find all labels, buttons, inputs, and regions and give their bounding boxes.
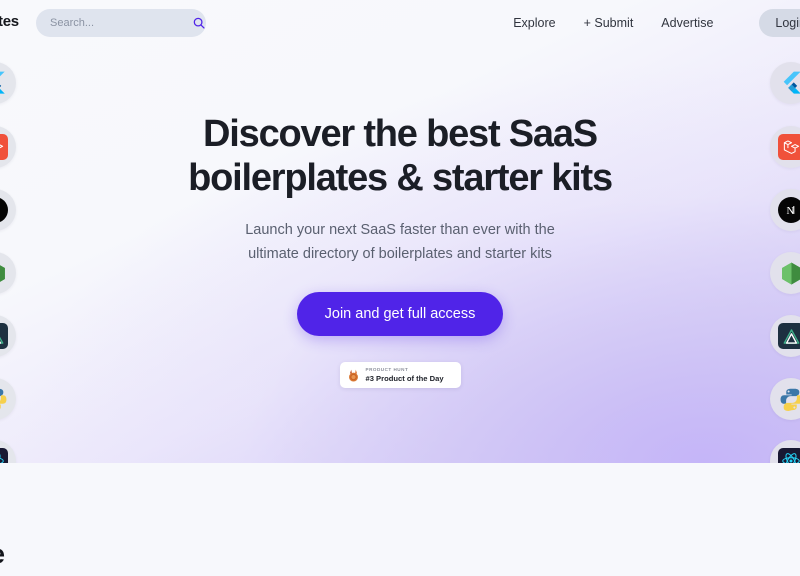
nodejs-logo-glyph [0,260,8,286]
site-header: tes Explore+ SubmitAdvertise Login [0,0,800,46]
flutter-logo-glyph [778,70,800,96]
react-logo[interactable] [770,440,800,463]
logo-marquee-left: N [0,0,30,463]
join-cta-button[interactable]: Join and get full access [296,292,504,336]
medal-icon [348,369,358,381]
nodejs-logo[interactable] [0,252,16,294]
nav-link-advertise[interactable]: Advertise [647,0,727,46]
main-nav: Explore+ SubmitAdvertise Login [499,0,800,46]
astro-logo[interactable] [770,315,800,357]
subtitle-line-2: ultimate directory of boilerplates and s… [248,246,552,262]
search-box[interactable] [36,9,206,37]
nodejs-logo[interactable] [770,252,800,294]
astro-logo-glyph [778,323,800,349]
page-title: Discover the best SaaS boilerplates & st… [0,112,800,200]
python-logo-glyph [0,386,8,412]
astro-logo-glyph [0,323,8,349]
hero-section: N N Discover the best SaaS boilerplates … [0,0,800,463]
below-hero-section: e [0,463,800,576]
laravel-logo[interactable] [0,126,16,168]
python-logo[interactable] [770,378,800,420]
laravel-logo-glyph [778,134,800,160]
subtitle-line-1: Launch your next SaaS faster than ever w… [245,222,555,238]
headline-line-2: boilerplates & starter kits [188,157,613,199]
login-button[interactable]: Login [759,9,800,37]
react-logo-glyph [778,448,800,463]
hero-subtitle: Launch your next SaaS faster than ever w… [0,218,800,266]
hero-content: Discover the best SaaS boilerplates & st… [0,0,800,388]
react-logo-glyph [0,448,8,463]
astro-logo[interactable] [0,315,16,357]
search-icon[interactable] [192,16,206,30]
python-logo[interactable] [0,378,16,420]
page-root: N N Discover the best SaaS boilerplates … [0,0,800,576]
nextjs-logo-glyph: N [778,197,800,223]
laravel-logo-glyph [0,134,8,160]
laravel-logo[interactable] [770,126,800,168]
headline-line-1: Discover the best SaaS [203,113,598,155]
badge-text: PRODUCT HUNT #3 Product of the Day [365,366,444,383]
badge-title: #3 Product of the Day [365,373,444,383]
flutter-logo[interactable] [0,62,16,104]
nav-link-explore[interactable]: Explore [499,0,569,46]
search-input[interactable] [50,17,192,29]
flutter-logo-glyph [0,70,8,96]
badge-kicker: PRODUCT HUNT [365,366,409,372]
next-section-heading: e [0,539,5,570]
nodejs-logo-glyph [778,260,800,286]
nextjs-logo-glyph: N [0,197,8,223]
python-logo-glyph [778,386,800,412]
site-logo[interactable]: tes [0,13,19,30]
react-logo[interactable] [0,440,16,463]
product-hunt-badge[interactable]: PRODUCT HUNT #3 Product of the Day [339,362,461,388]
nextjs-logo[interactable]: N [0,189,16,231]
nav-link-submit[interactable]: + Submit [570,0,648,46]
logo-marquee-right: N [770,0,800,463]
flutter-logo[interactable] [770,62,800,104]
nextjs-logo[interactable]: N [770,189,800,231]
